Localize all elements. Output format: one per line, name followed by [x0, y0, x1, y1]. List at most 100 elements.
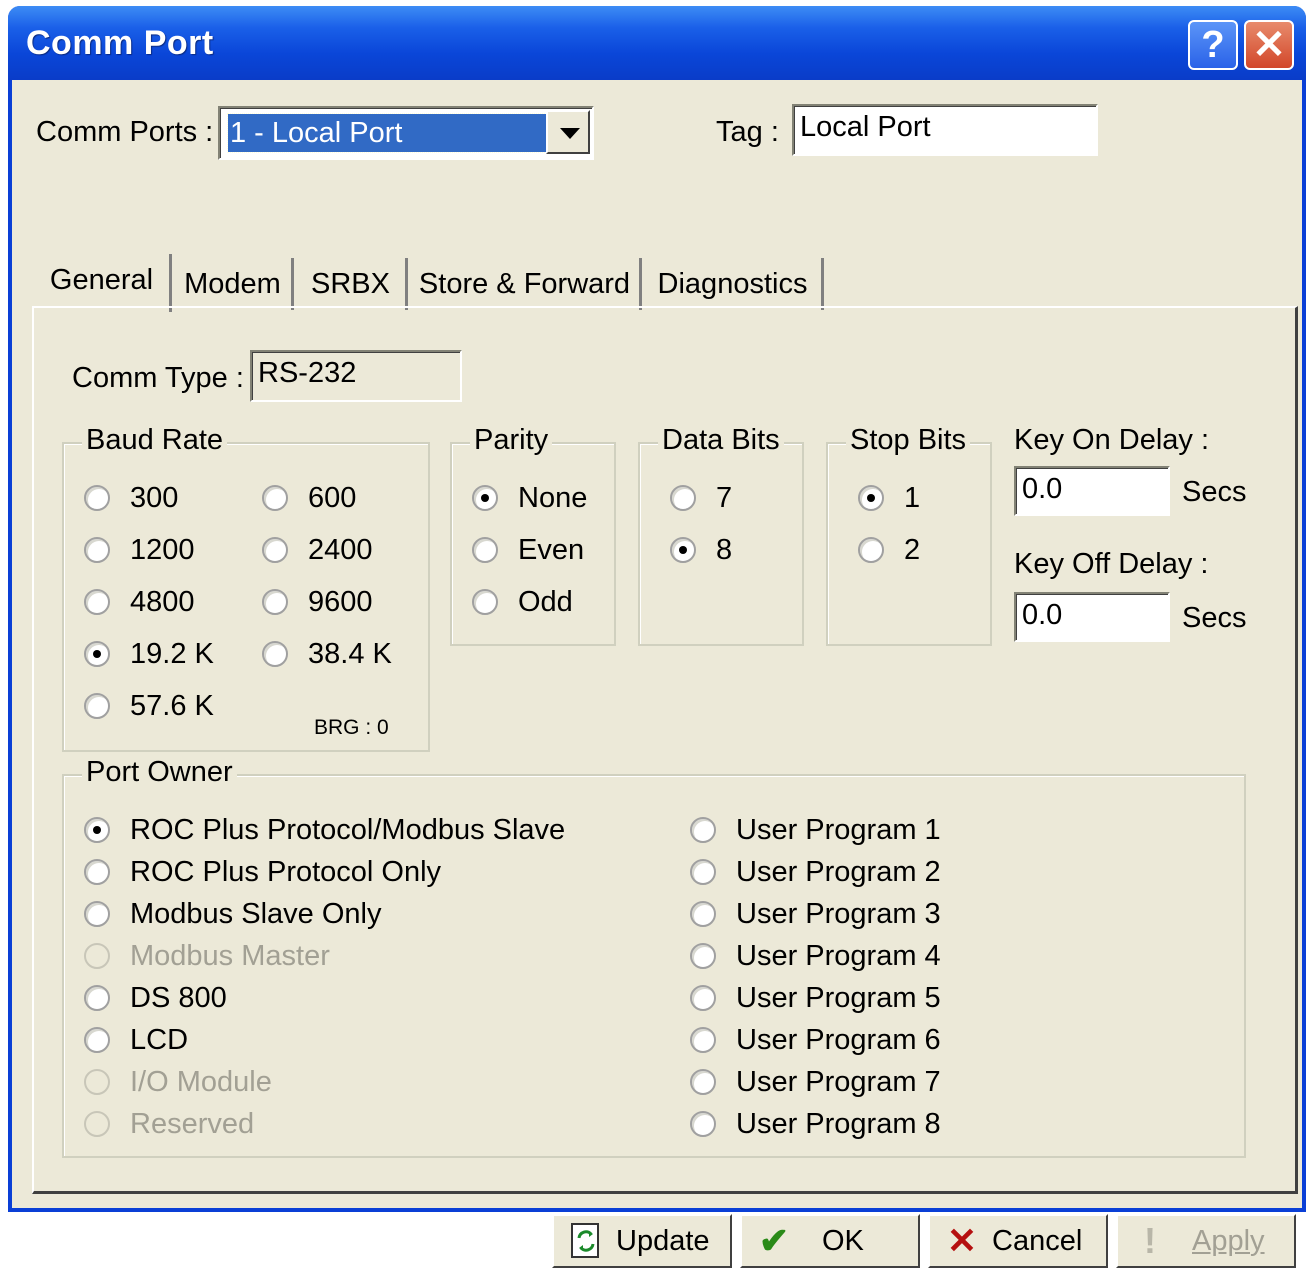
ok-label: OK: [822, 1224, 864, 1257]
baud-38400-radio[interactable]: 38.4 K: [262, 634, 392, 674]
radio-label: ROC Plus Protocol Only: [130, 855, 442, 888]
close-button[interactable]: ✕: [1244, 20, 1294, 70]
baud-300-radio[interactable]: 300: [84, 478, 178, 518]
owner-ds800-radio[interactable]: DS 800: [84, 978, 227, 1018]
owner-io-module-radio: I/O Module: [84, 1062, 272, 1102]
chevron-down-icon[interactable]: [546, 110, 590, 154]
help-button[interactable]: ?: [1188, 20, 1238, 70]
baud-57600-radio[interactable]: 57.6 K: [84, 686, 214, 726]
cancel-label: Cancel: [992, 1224, 1083, 1257]
key-off-delay-unit: Secs: [1182, 602, 1247, 634]
radio-circle-icon: [690, 943, 716, 969]
radio-label: ROC Plus Protocol/Modbus Slave: [130, 813, 566, 846]
comm-type-field: RS-232: [250, 350, 462, 402]
baud-9600-radio[interactable]: 9600: [262, 582, 373, 622]
stop-bits-2-radio[interactable]: 2: [858, 530, 920, 570]
tab-general[interactable]: General: [34, 254, 172, 312]
radio-label: Modbus Master: [130, 939, 330, 972]
data-bits-8-radio[interactable]: 8: [670, 530, 732, 570]
radio-label: 1200: [130, 533, 195, 566]
parity-none-radio[interactable]: None: [472, 478, 587, 518]
dialog-client-area: Comm Ports : 1 - Local Port Tag : Local …: [12, 80, 1302, 1268]
tab-modem[interactable]: Modem: [174, 258, 294, 310]
radio-label: User Program 8: [736, 1107, 941, 1140]
data-bits-title: Data Bits: [658, 424, 784, 457]
owner-reserved-radio: Reserved: [84, 1104, 254, 1144]
radio-selected-icon: [670, 537, 696, 563]
owner-roc-only-radio[interactable]: ROC Plus Protocol Only: [84, 852, 441, 892]
radio-circle-icon: [690, 1069, 716, 1095]
radio-circle-icon: [84, 589, 110, 615]
tab-store-forward[interactable]: Store & Forward: [410, 258, 642, 310]
parity-title: Parity: [470, 424, 553, 457]
owner-user-program-7-radio[interactable]: User Program 7: [690, 1062, 941, 1102]
comm-ports-dropdown[interactable]: 1 - Local Port: [218, 106, 594, 160]
cancel-button[interactable]: ✕ Cancel: [928, 1214, 1108, 1268]
stop-bits-1-radio[interactable]: 1: [858, 478, 920, 518]
owner-user-program-1-radio[interactable]: User Program 1: [690, 810, 941, 850]
radio-label: User Program 3: [736, 897, 941, 930]
radio-label: DS 800: [130, 981, 227, 1014]
owner-user-program-8-radio[interactable]: User Program 8: [690, 1104, 941, 1144]
radio-circle-icon: [262, 537, 288, 563]
owner-user-program-2-radio[interactable]: User Program 2: [690, 852, 941, 892]
parity-even-radio[interactable]: Even: [472, 530, 584, 570]
data-bits-7-radio[interactable]: 7: [670, 478, 732, 518]
radio-selected-icon: [472, 485, 498, 511]
radio-circle-icon: [858, 537, 884, 563]
radio-circle-icon: [690, 1111, 716, 1137]
ok-button[interactable]: ✔ OK: [740, 1214, 920, 1268]
radio-circle-icon: [262, 485, 288, 511]
update-label: Update: [616, 1224, 710, 1257]
baud-1200-radio[interactable]: 1200: [84, 530, 195, 570]
window-title: Comm Port: [26, 24, 214, 62]
comm-ports-selected-value: 1 - Local Port: [227, 113, 549, 153]
tab-diagnostics[interactable]: Diagnostics: [644, 258, 824, 310]
radio-label: Even: [518, 533, 585, 566]
radio-circle-icon: [84, 1111, 110, 1137]
owner-user-program-3-radio[interactable]: User Program 3: [690, 894, 941, 934]
owner-modbus-slave-only-radio[interactable]: Modbus Slave Only: [84, 894, 381, 934]
radio-circle-icon: [670, 485, 696, 511]
owner-user-program-5-radio[interactable]: User Program 5: [690, 978, 941, 1018]
checkmark-icon: ✔: [758, 1220, 790, 1261]
comm-port-window: Comm Port ? ✕ Comm Ports : 1 - Local Por…: [8, 6, 1306, 1268]
baud-600-radio[interactable]: 600: [262, 478, 356, 518]
radio-selected-icon: [858, 485, 884, 511]
radio-label: 19.2 K: [130, 637, 214, 670]
port-owner-group: Port Owner ROC Plus Protocol/Modbus Slav…: [62, 756, 1246, 1158]
tag-label: Tag :: [716, 116, 779, 148]
parity-group: Parity None Even Odd: [450, 424, 616, 646]
radio-circle-icon: [690, 901, 716, 927]
radio-circle-icon: [84, 901, 110, 927]
key-off-delay-label: Key Off Delay :: [1014, 548, 1209, 580]
comm-ports-label: Comm Ports :: [36, 116, 214, 148]
update-button[interactable]: Update: [552, 1214, 732, 1268]
key-on-delay-input[interactable]: 0.0: [1014, 466, 1170, 516]
owner-roc-modbus-slave-radio[interactable]: ROC Plus Protocol/Modbus Slave: [84, 810, 565, 850]
owner-user-program-4-radio[interactable]: User Program 4: [690, 936, 941, 976]
tab-srbx[interactable]: SRBX: [296, 258, 408, 310]
brg-value: BRG : 0: [314, 716, 389, 739]
radio-label: 57.6 K: [130, 689, 214, 722]
owner-lcd-radio[interactable]: LCD: [84, 1020, 188, 1060]
radio-label: 600: [308, 481, 357, 514]
key-off-delay-input[interactable]: 0.0: [1014, 592, 1170, 642]
parity-odd-radio[interactable]: Odd: [472, 582, 573, 622]
baud-19200-radio[interactable]: 19.2 K: [84, 634, 214, 674]
radio-label: Modbus Slave Only: [130, 897, 382, 930]
baud-2400-radio[interactable]: 2400: [262, 530, 373, 570]
title-bar[interactable]: Comm Port ? ✕: [8, 6, 1306, 80]
radio-circle-icon: [690, 859, 716, 885]
radio-circle-icon: [84, 943, 110, 969]
radio-circle-icon: [84, 693, 110, 719]
owner-user-program-6-radio[interactable]: User Program 6: [690, 1020, 941, 1060]
radio-circle-icon: [690, 1027, 716, 1053]
radio-circle-icon: [262, 641, 288, 667]
radio-label: 38.4 K: [308, 637, 392, 670]
key-on-delay-label: Key On Delay :: [1014, 424, 1210, 456]
stop-bits-title: Stop Bits: [846, 424, 971, 457]
refresh-icon: [566, 1221, 606, 1261]
tag-input[interactable]: Local Port: [792, 104, 1098, 156]
baud-4800-radio[interactable]: 4800: [84, 582, 195, 622]
